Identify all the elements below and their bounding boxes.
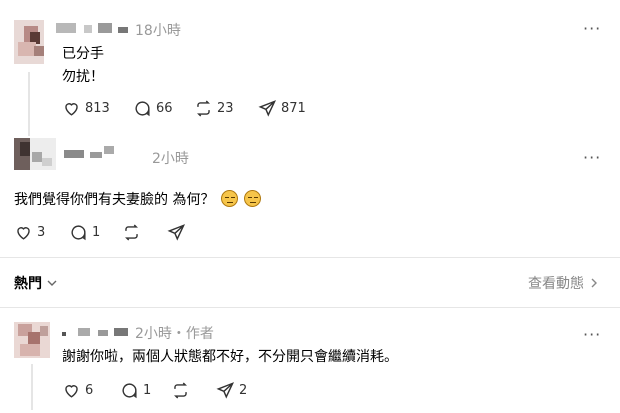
post-text-line-2: 勿扰！	[62, 69, 104, 85]
like-button[interactable]: 813	[62, 98, 110, 118]
like-count: 6	[85, 382, 94, 398]
share-button[interactable]: 2	[216, 380, 247, 400]
reply-text: 我們覺得你們有夫妻臉的 為何？	[14, 189, 262, 209]
share-count: 2	[239, 382, 248, 398]
thread-line	[28, 72, 30, 136]
chevron-down-icon	[47, 280, 57, 286]
heart-icon	[65, 384, 78, 398]
avatar[interactable]	[14, 20, 44, 64]
chevron-right-icon	[591, 278, 597, 288]
repost-icon	[125, 223, 138, 241]
share-count: 871	[281, 100, 306, 116]
repost-icon	[174, 381, 187, 399]
thread-line	[31, 364, 33, 410]
username-blurred[interactable]	[62, 326, 134, 336]
username-blurred[interactable]	[56, 23, 130, 33]
view-activity-label: 查看動態	[528, 276, 584, 292]
like-count: 813	[85, 100, 110, 116]
like-button[interactable]: 6	[62, 380, 93, 400]
username-blurred[interactable]	[64, 146, 116, 158]
avatar[interactable]	[14, 138, 56, 170]
comment-button[interactable]: 1	[69, 222, 100, 242]
comment-count: 1	[92, 224, 101, 240]
like-button[interactable]: 3	[14, 222, 45, 242]
share-button[interactable]: 871	[258, 98, 306, 118]
divider	[0, 257, 620, 258]
share-icon	[167, 223, 186, 241]
share-icon	[258, 99, 277, 117]
like-count: 3	[37, 224, 46, 240]
post-text-line-1: 已分手	[62, 46, 104, 62]
comment-count: 1	[143, 382, 152, 398]
heart-icon	[65, 102, 78, 116]
reply-text-content: 我們覺得你們有夫妻臉的 為何？	[14, 192, 215, 208]
sort-dropdown[interactable]: 熱門	[14, 273, 58, 293]
reply-timestamp: 2小時	[152, 151, 189, 167]
comment-count: 66	[156, 100, 173, 116]
reply-text: 謝謝你啦，兩個人狀態都不好，不分開只會繼續消耗。	[62, 349, 398, 365]
heart-icon	[17, 226, 30, 240]
grimace-emoji	[244, 190, 262, 207]
comment-button[interactable]: 1	[120, 380, 151, 400]
repost-count: 23	[217, 100, 234, 116]
divider	[0, 307, 620, 308]
sort-label: 熱門	[14, 276, 42, 292]
post-timestamp: 18小時	[135, 23, 181, 39]
repost-button[interactable]	[171, 380, 190, 400]
more-icon[interactable]: ···	[583, 327, 601, 343]
repost-button[interactable]	[122, 222, 141, 242]
share-icon	[216, 381, 235, 399]
comment-icon	[122, 382, 137, 398]
comment-icon	[135, 100, 150, 116]
grimace-emoji	[220, 190, 238, 207]
comment-button[interactable]: 66	[133, 98, 173, 118]
more-icon[interactable]: ···	[583, 150, 601, 166]
repost-button[interactable]: 23	[194, 98, 234, 118]
more-icon[interactable]: ···	[583, 21, 601, 37]
avatar[interactable]	[14, 322, 50, 358]
reply-meta: 2小時・作者	[135, 326, 214, 342]
view-activity-link[interactable]: 查看動態	[528, 273, 600, 293]
repost-icon	[197, 99, 210, 117]
comment-icon	[71, 224, 86, 240]
share-button[interactable]	[167, 222, 186, 242]
